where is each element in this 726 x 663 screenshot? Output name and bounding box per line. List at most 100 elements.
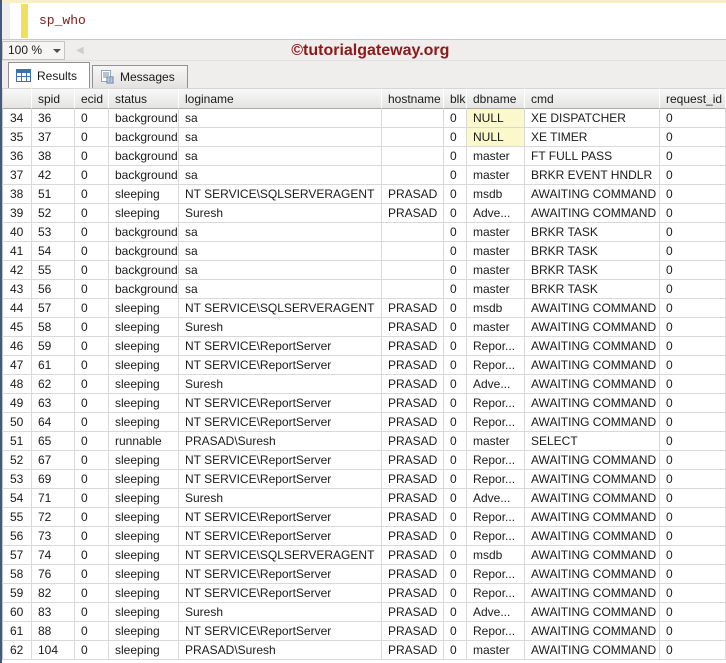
grid-cell-spid[interactable]: 88 [32,622,75,641]
grid-cell-spid[interactable]: 69 [32,470,75,489]
grid-cell-cmd[interactable]: AWAITING COMMAND [525,318,660,337]
grid-cell-loginame[interactable]: sa [179,166,382,185]
grid-cell-ecid[interactable]: 0 [75,413,109,432]
grid-cell-loginame[interactable]: NT SERVICE\SQLSERVERAGENT [179,299,382,318]
grid-cell-loginame[interactable]: sa [179,280,382,299]
grid-cell-request_id[interactable]: 0 [660,527,726,546]
grid-cell-hostname[interactable] [382,166,444,185]
grid-cell-ecid[interactable]: 0 [75,584,109,603]
row-header[interactable]: 36 [2,147,32,166]
grid-cell-hostname[interactable]: PRASAD [382,451,444,470]
grid-cell-request_id[interactable]: 0 [660,261,726,280]
grid-cell-blk[interactable]: 0 [444,318,467,337]
grid-cell-status[interactable]: sleeping [109,185,179,204]
column-header-request_id[interactable]: request_id [660,88,726,109]
grid-cell-loginame[interactable]: NT SERVICE\ReportServer [179,470,382,489]
grid-cell-blk[interactable]: 0 [444,394,467,413]
grid-cell-loginame[interactable]: NT SERVICE\ReportServer [179,508,382,527]
row-header[interactable]: 49 [2,394,32,413]
grid-cell-hostname[interactable]: PRASAD [382,185,444,204]
row-header[interactable]: 59 [2,584,32,603]
grid-cell-blk[interactable]: 0 [444,128,467,147]
grid-cell-cmd[interactable]: FT FULL PASS [525,147,660,166]
grid-cell-spid[interactable]: 83 [32,603,75,622]
grid-cell-ecid[interactable]: 0 [75,451,109,470]
grid-cell-blk[interactable]: 0 [444,109,467,128]
grid-cell-dbname[interactable]: Repor... [467,584,525,603]
grid-cell-dbname[interactable]: Repor... [467,394,525,413]
grid-cell-status[interactable]: sleeping [109,603,179,622]
grid-cell-blk[interactable]: 0 [444,261,467,280]
grid-cell-blk[interactable]: 0 [444,565,467,584]
grid-cell-request_id[interactable]: 0 [660,147,726,166]
grid-cell-cmd[interactable]: AWAITING COMMAND [525,584,660,603]
grid-cell-loginame[interactable]: NT SERVICE\ReportServer [179,584,382,603]
row-header[interactable]: 51 [2,432,32,451]
grid-cell-hostname[interactable]: PRASAD [382,470,444,489]
grid-cell-request_id[interactable]: 0 [660,394,726,413]
grid-cell-loginame[interactable]: Suresh [179,204,382,223]
grid-cell-request_id[interactable]: 0 [660,489,726,508]
grid-cell-status[interactable]: sleeping [109,527,179,546]
grid-cell-ecid[interactable]: 0 [75,489,109,508]
grid-cell-ecid[interactable]: 0 [75,242,109,261]
grid-cell-dbname[interactable]: NULL [467,128,525,147]
grid-cell-cmd[interactable]: AWAITING COMMAND [525,375,660,394]
grid-cell-status[interactable]: sleeping [109,204,179,223]
grid-cell-hostname[interactable]: PRASAD [382,622,444,641]
grid-cell-blk[interactable]: 0 [444,375,467,394]
grid-cell-hostname[interactable] [382,280,444,299]
grid-cell-dbname[interactable]: Repor... [467,565,525,584]
grid-cell-dbname[interactable]: master [467,432,525,451]
grid-cell-request_id[interactable]: 0 [660,432,726,451]
grid-cell-loginame[interactable]: sa [179,147,382,166]
grid-cell-ecid[interactable]: 0 [75,432,109,451]
grid-cell-request_id[interactable]: 0 [660,185,726,204]
grid-cell-dbname[interactable]: master [467,280,525,299]
grid-cell-dbname[interactable]: Repor... [467,337,525,356]
grid-cell-status[interactable]: sleeping [109,546,179,565]
grid-cell-request_id[interactable]: 0 [660,622,726,641]
grid-cell-cmd[interactable]: AWAITING COMMAND [525,337,660,356]
grid-cell-cmd[interactable]: AWAITING COMMAND [525,489,660,508]
grid-cell-dbname[interactable]: Repor... [467,451,525,470]
grid-cell-ecid[interactable]: 0 [75,299,109,318]
grid-cell-hostname[interactable]: PRASAD [382,565,444,584]
grid-cell-loginame[interactable]: NT SERVICE\ReportServer [179,451,382,470]
grid-cell-loginame[interactable]: PRASAD\Suresh [179,641,382,660]
grid-cell-ecid[interactable]: 0 [75,337,109,356]
grid-cell-cmd[interactable]: AWAITING COMMAND [525,527,660,546]
grid-cell-hostname[interactable]: PRASAD [382,584,444,603]
grid-cell-spid[interactable]: 59 [32,337,75,356]
grid-cell-dbname[interactable]: NULL [467,109,525,128]
grid-cell-cmd[interactable]: AWAITING COMMAND [525,641,660,660]
grid-cell-status[interactable]: background [109,261,179,280]
grid-cell-spid[interactable]: 73 [32,527,75,546]
column-header-spid[interactable]: spid [32,88,75,109]
grid-cell-loginame[interactable]: Suresh [179,318,382,337]
grid-cell-hostname[interactable]: PRASAD [382,299,444,318]
grid-cell-cmd[interactable]: SELECT [525,432,660,451]
grid-cell-cmd[interactable]: XE TIMER [525,128,660,147]
grid-cell-status[interactable]: sleeping [109,413,179,432]
grid-cell-status[interactable]: sleeping [109,508,179,527]
grid-cell-cmd[interactable]: AWAITING COMMAND [525,394,660,413]
grid-cell-dbname[interactable]: Adve... [467,603,525,622]
row-header[interactable]: 44 [2,299,32,318]
row-header[interactable]: 52 [2,451,32,470]
grid-cell-status[interactable]: background [109,128,179,147]
row-header[interactable]: 40 [2,223,32,242]
grid-cell-cmd[interactable]: AWAITING COMMAND [525,508,660,527]
column-header-loginame[interactable]: loginame [179,88,382,109]
grid-cell-cmd[interactable]: AWAITING COMMAND [525,565,660,584]
grid-cell-dbname[interactable]: Repor... [467,356,525,375]
grid-cell-status[interactable]: sleeping [109,356,179,375]
grid-cell-spid[interactable]: 74 [32,546,75,565]
grid-cell-spid[interactable]: 42 [32,166,75,185]
row-header[interactable]: 61 [2,622,32,641]
row-header[interactable]: 45 [2,318,32,337]
grid-cell-dbname[interactable]: Repor... [467,508,525,527]
grid-cell-ecid[interactable]: 0 [75,527,109,546]
row-header[interactable]: 53 [2,470,32,489]
grid-cell-status[interactable]: sleeping [109,641,179,660]
